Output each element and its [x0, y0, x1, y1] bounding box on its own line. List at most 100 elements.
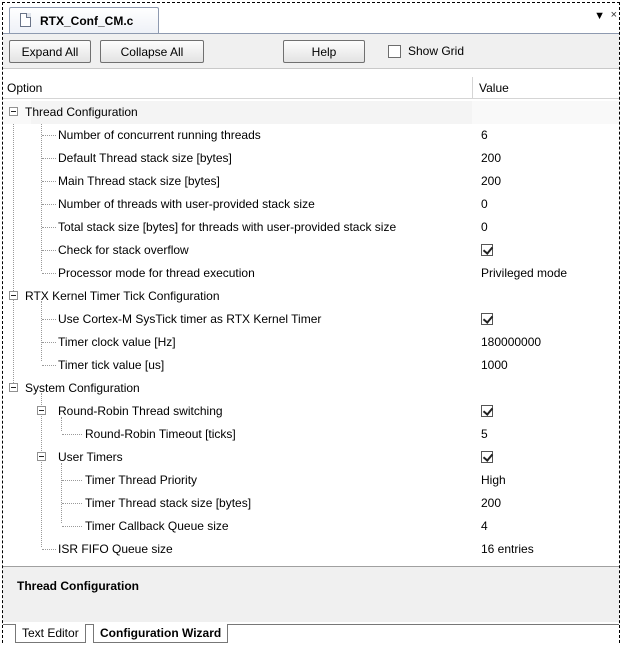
table-row[interactable]: Timer Thread stack size [bytes] 200: [3, 492, 619, 515]
option-column-header[interactable]: Option: [7, 81, 42, 95]
tab-dropdown-icon[interactable]: ▼: [594, 10, 605, 22]
option-value[interactable]: 0: [481, 197, 488, 211]
option-value[interactable]: 200: [481, 496, 501, 510]
table-row[interactable]: Processor mode for thread execution Priv…: [3, 262, 619, 285]
file-icon: [20, 13, 31, 27]
table-row[interactable]: Total stack size [bytes] for threads wit…: [3, 216, 619, 239]
option-label: Processor mode for thread execution: [58, 266, 255, 280]
tree-row-round-robin[interactable]: Round-Robin Thread switching: [3, 400, 619, 423]
tree-connector: [62, 503, 82, 504]
tree-connector: [42, 273, 56, 274]
stack-overflow-checkbox[interactable]: [481, 244, 493, 256]
tree-connector: [42, 204, 56, 205]
group-label: System Configuration: [25, 381, 140, 395]
table-row[interactable]: Default Thread stack size [bytes] 200: [3, 147, 619, 170]
file-tab[interactable]: RTX_Conf_CM.c: [9, 7, 159, 33]
option-label: Timer clock value [Hz]: [58, 335, 176, 349]
table-row[interactable]: Number of concurrent running threads 6: [3, 124, 619, 147]
option-label: Use Cortex-M SysTick timer as RTX Kernel…: [58, 312, 322, 326]
tree-row-timer-tick-configuration[interactable]: RTX Kernel Timer Tick Configuration: [3, 285, 619, 308]
tab-configuration-wizard[interactable]: Configuration Wizard: [93, 624, 229, 643]
tree-connector: [42, 135, 56, 136]
option-label: Check for stack overflow: [58, 243, 189, 257]
table-row[interactable]: Timer clock value [Hz] 180000000: [3, 331, 619, 354]
option-label: Round-Robin Thread switching: [58, 404, 223, 418]
tree-connector: [42, 250, 56, 251]
column-header: Option Value: [3, 77, 619, 99]
option-label: Number of concurrent running threads: [58, 128, 261, 142]
option-value[interactable]: 0: [481, 220, 488, 234]
option-label: Default Thread stack size [bytes]: [58, 151, 232, 165]
option-label: Timer tick value [us]: [58, 358, 165, 372]
option-value[interactable]: 180000000: [481, 335, 541, 349]
option-value[interactable]: 200: [481, 174, 501, 188]
close-icon[interactable]: ×: [611, 9, 617, 21]
table-row[interactable]: Round-Robin Timeout [ticks] 5: [3, 423, 619, 446]
column-divider[interactable]: [472, 77, 473, 99]
table-row[interactable]: ISR FIFO Queue size 16 entries: [3, 538, 619, 561]
bottom-tab-bar: Text Editor Configuration Wizard: [3, 624, 619, 643]
option-value[interactable]: 16 entries: [481, 542, 534, 556]
tree-connector: [42, 342, 56, 343]
table-row[interactable]: Timer Thread Priority High: [3, 469, 619, 492]
option-value[interactable]: 4: [481, 519, 488, 533]
show-grid-label: Show Grid: [408, 44, 465, 58]
show-grid-checkbox[interactable]: [388, 44, 401, 58]
option-value[interactable]: 1000: [481, 358, 508, 372]
value-column-header[interactable]: Value: [479, 81, 509, 95]
table-row[interactable]: Use Cortex-M SysTick timer as RTX Kernel…: [3, 308, 619, 331]
option-label: Round-Robin Timeout [ticks]: [85, 427, 236, 441]
collapse-icon[interactable]: [9, 107, 18, 116]
collapse-all-button[interactable]: Collapse All: [100, 40, 204, 63]
table-row[interactable]: Timer Callback Queue size 4: [3, 515, 619, 538]
tree-connector: [42, 549, 56, 550]
option-label: User Timers: [58, 450, 123, 464]
tree-connector: [42, 319, 56, 320]
tree-row-thread-configuration[interactable]: Thread Configuration: [3, 101, 619, 124]
table-row[interactable]: Check for stack overflow: [3, 239, 619, 262]
description-pane: Thread Configuration: [3, 566, 619, 622]
user-timers-checkbox[interactable]: [481, 451, 493, 463]
tree-connector: [42, 181, 56, 182]
option-label: Total stack size [bytes] for threads wit…: [58, 220, 397, 234]
option-label: Timer Thread stack size [bytes]: [85, 496, 252, 510]
option-value[interactable]: High: [481, 473, 506, 487]
tree-row-user-timers[interactable]: User Timers: [3, 446, 619, 469]
option-label: Number of threads with user-provided sta…: [58, 197, 315, 211]
collapse-icon[interactable]: [37, 406, 46, 415]
show-grid-toggle[interactable]: Show Grid: [388, 44, 464, 58]
table-row[interactable]: Main Thread stack size [bytes] 200: [3, 170, 619, 193]
option-value[interactable]: 6: [481, 128, 488, 142]
option-value[interactable]: Privileged mode: [481, 266, 567, 280]
option-label: ISR FIFO Queue size: [58, 542, 173, 556]
option-value[interactable]: 5: [481, 427, 488, 441]
group-label: Thread Configuration: [25, 105, 138, 119]
tree-row-system-configuration[interactable]: System Configuration: [3, 377, 619, 400]
systick-checkbox[interactable]: [481, 313, 493, 325]
toolbar: Expand All Collapse All Help Show Grid: [3, 33, 619, 69]
option-label: Timer Thread Priority: [85, 473, 198, 487]
file-tab-label: RTX_Conf_CM.c: [40, 14, 134, 28]
tab-text-editor[interactable]: Text Editor: [15, 624, 86, 643]
option-label: Timer Callback Queue size: [85, 519, 229, 533]
options-tree: Thread Configuration Number of concurren…: [3, 101, 619, 561]
table-row[interactable]: Timer tick value [us] 1000: [3, 354, 619, 377]
collapse-icon[interactable]: [9, 291, 18, 300]
option-label: Main Thread stack size [bytes]: [58, 174, 220, 188]
collapse-icon[interactable]: [9, 383, 18, 392]
tree-connector: [42, 365, 56, 366]
expand-all-button[interactable]: Expand All: [9, 40, 91, 63]
help-button[interactable]: Help: [283, 40, 365, 63]
tree-connector: [62, 480, 82, 481]
table-row[interactable]: Number of threads with user-provided sta…: [3, 193, 619, 216]
collapse-icon[interactable]: [37, 452, 46, 461]
description-title: Thread Configuration: [17, 579, 139, 593]
file-tab-bar: RTX_Conf_CM.c ▼ ×: [3, 3, 619, 33]
option-value[interactable]: 200: [481, 151, 501, 165]
group-label: RTX Kernel Timer Tick Configuration: [25, 289, 220, 303]
tree-connector: [62, 526, 82, 527]
tree-connector: [42, 227, 56, 228]
tree-connector: [62, 434, 82, 435]
tree-connector: [42, 158, 56, 159]
round-robin-checkbox[interactable]: [481, 405, 493, 417]
